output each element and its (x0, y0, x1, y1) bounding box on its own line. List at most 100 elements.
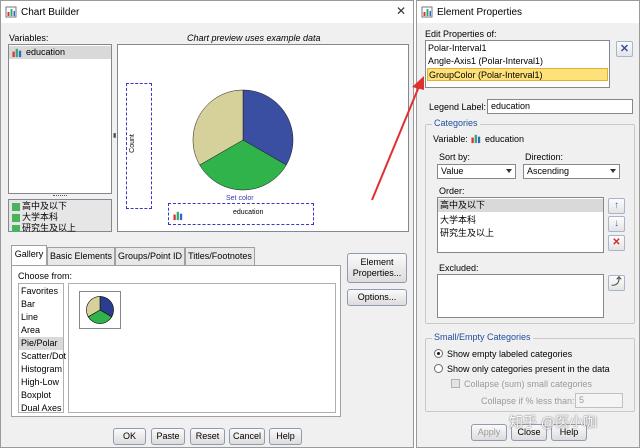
y-axis-drop-zone[interactable]: Count (126, 83, 152, 209)
element-properties-window: Element Properties Edit Properties of: P… (416, 0, 640, 448)
ok-button[interactable]: OK (113, 428, 146, 445)
chart-type-item[interactable]: Area (21, 325, 40, 335)
sort-by-value: Value (441, 166, 464, 176)
collapse-if-label: Collapse if % less than: (481, 396, 575, 406)
category-values-list[interactable]: 高中及以下 大学本科 研究生及以上 (8, 199, 112, 232)
chart-type-item[interactable]: Bar (21, 299, 35, 309)
delete-element-button[interactable]: ✕ (616, 41, 633, 57)
chart-type-item[interactable]: Histogram (21, 364, 62, 374)
variables-label: Variables: (9, 33, 49, 43)
reset-button[interactable]: Reset (190, 428, 225, 445)
element-properties-app-icon (421, 6, 433, 18)
element-properties-button[interactable]: Element Properties... (347, 253, 407, 283)
order-item[interactable]: 研究生及以上 (440, 226, 494, 239)
value-item: 研究生及以上 (11, 223, 76, 232)
red-x-icon: ✕ (612, 237, 621, 248)
direction-select[interactable]: Ascending (523, 164, 620, 179)
cancel-button[interactable]: Cancel (229, 428, 265, 445)
apply-button[interactable]: Apply (471, 424, 507, 441)
collapse-threshold-input[interactable]: 5 (575, 393, 623, 408)
exclude-button[interactable]: ✕ (608, 235, 625, 251)
edit-properties-list[interactable]: Polar-Interval1 Angle-Axis1 (Polar-Inter… (425, 40, 610, 88)
watermark: 知乎 @医小咖 (509, 414, 598, 430)
collapse-checkbox[interactable] (451, 379, 460, 388)
edit-item-selected[interactable]: GroupColor (Polar-Interval1) (427, 68, 608, 81)
categories-group-title: Categories (432, 118, 480, 128)
value-item: 大学本科 (11, 212, 58, 223)
gallery-thumbnails-area (68, 283, 336, 413)
variable-item-education[interactable]: education (9, 46, 111, 59)
element-properties-titlebar[interactable]: Element Properties (417, 1, 639, 23)
tab-gallery[interactable]: Gallery (11, 245, 47, 265)
pie-thumbnail-icon (86, 296, 114, 324)
help-button[interactable]: Help (269, 428, 302, 445)
show-only-present-radio[interactable] (434, 364, 443, 373)
chart-type-list[interactable]: Favorites Bar Line Area Pie/Polar Scatte… (18, 283, 66, 413)
edit-item[interactable]: Angle-Axis1 (Polar-Interval1) (428, 56, 543, 66)
order-list[interactable]: 高中及以下 大学本科 研究生及以上 (437, 197, 604, 253)
edit-item[interactable]: Polar-Interval1 (428, 43, 487, 53)
chart-builder-window: Chart Builder ✕ Variables: education 高中及… (0, 0, 414, 448)
value-color-swatch (12, 225, 20, 232)
legend-label-label: Legend Label: (429, 102, 487, 112)
value-item-label: 高中及以下 (22, 201, 68, 211)
direction-label: Direction: (525, 152, 564, 162)
return-arrow-icon: ⤴ (611, 277, 622, 288)
close-window-icon[interactable]: ✕ (393, 4, 409, 19)
gallery-panel: Choose from: Favorites Bar Line Area Pie… (11, 265, 341, 417)
tab-titles-footnotes[interactable]: Titles/Footnotes (185, 247, 255, 265)
nominal-variable-icon (12, 48, 22, 58)
tab-groups-point-id[interactable]: Groups/Point ID (115, 247, 185, 265)
tab-basic-elements[interactable]: Basic Elements (47, 247, 115, 265)
order-item-selected[interactable]: 高中及以下 (438, 199, 603, 212)
chevron-down-icon (610, 169, 616, 173)
move-up-button[interactable]: ↑ (608, 198, 625, 214)
small-empty-group-title: Small/Empty Categories (432, 332, 533, 342)
show-empty-radio[interactable] (434, 349, 443, 358)
value-item-label: 研究生及以上 (22, 223, 77, 232)
value-item: 高中及以下 (11, 201, 67, 212)
splitter-grip-icon: ▮ (113, 133, 117, 139)
splitter-handle[interactable] (53, 195, 67, 198)
chart-type-item[interactable]: Line (21, 312, 38, 322)
collapse-label: Collapse (sum) small categories (464, 379, 593, 389)
pie-chart-thumbnail[interactable] (79, 291, 121, 329)
chart-builder-title: Chart Builder (21, 6, 80, 18)
nominal-variable-icon (471, 134, 481, 144)
pie-chart-preview (192, 89, 294, 191)
chart-builder-titlebar[interactable]: Chart Builder ✕ (1, 1, 413, 23)
chart-type-item-selected[interactable]: Pie/Polar (19, 337, 63, 350)
choose-from-label: Choose from: (18, 271, 73, 281)
legend-label-input[interactable]: education (487, 99, 633, 114)
element-properties-button-label: Element Properties... (352, 257, 402, 278)
color-drop-zone[interactable]: education (168, 203, 314, 225)
move-down-button[interactable]: ↓ (608, 216, 625, 232)
restore-button[interactable]: ⤴ (608, 275, 625, 291)
variable-item-label: education (26, 47, 66, 57)
chart-type-item[interactable]: High-Low (21, 377, 59, 387)
direction-value: Ascending (527, 166, 570, 176)
y-axis-label: Count (128, 134, 136, 153)
order-item[interactable]: 大学本科 (440, 213, 476, 226)
paste-button[interactable]: Paste (151, 428, 185, 445)
variable-value: education (485, 134, 525, 144)
chart-canvas[interactable]: Count Set color education (117, 44, 409, 232)
value-item-label: 大学本科 (22, 212, 59, 222)
excluded-list[interactable] (437, 274, 604, 318)
value-color-swatch (12, 203, 20, 211)
chart-type-item[interactable]: Scatter/Dot (21, 351, 66, 361)
show-only-present-label: Show only categories present in the data (447, 364, 610, 374)
options-button[interactable]: Options... (347, 289, 407, 306)
chart-type-item[interactable]: Boxplot (21, 390, 51, 400)
chart-builder-app-icon (5, 6, 17, 18)
variables-list[interactable]: education (8, 44, 112, 194)
sort-by-select[interactable]: Value (437, 164, 516, 179)
variable-label: Variable: (433, 134, 468, 144)
preview-caption: Chart preview uses example data (187, 33, 321, 43)
chart-type-item[interactable]: Dual Axes (21, 403, 62, 413)
order-label: Order: (439, 186, 465, 196)
arrow-down-icon: ↓ (614, 218, 619, 229)
gallery-tab-strip: Gallery Basic Elements Groups/Point ID T… (11, 245, 341, 267)
element-properties-title: Element Properties (437, 6, 523, 18)
chart-type-item[interactable]: Favorites (21, 286, 58, 296)
